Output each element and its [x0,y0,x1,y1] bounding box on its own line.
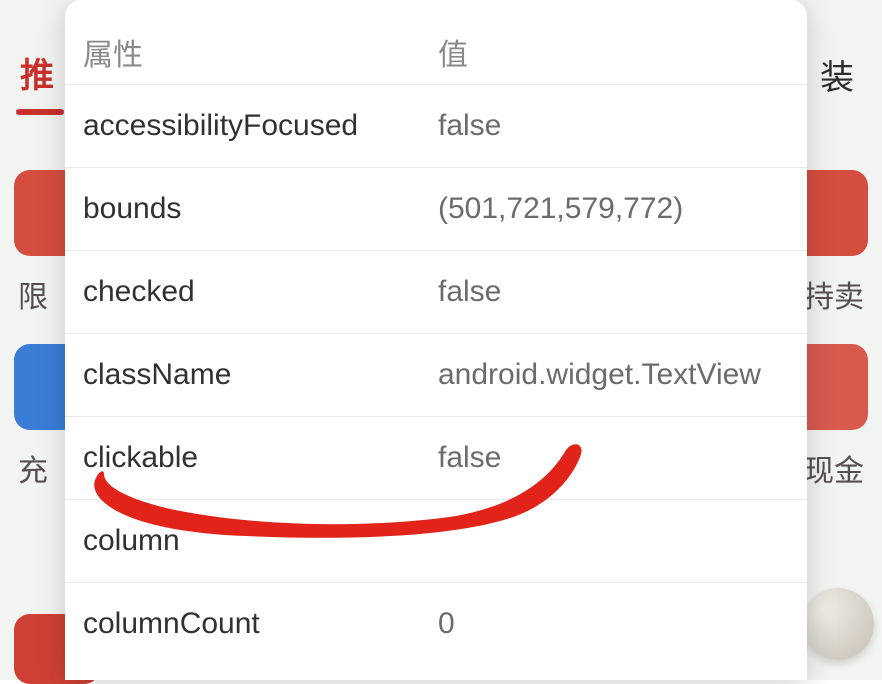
table-body: accessibilityFocused false bounds (501,7… [65,84,807,665]
background-tab-left: 推 [20,48,54,97]
table-row[interactable]: column [65,499,807,582]
attr-name: checked [83,275,438,309]
table-row[interactable]: columnCount 0 [65,582,807,665]
attr-value: (501,721,579,772) [438,192,789,226]
attr-name: bounds [83,192,438,226]
properties-dialog: 属性 值 accessibilityFocused false bounds (… [65,0,807,680]
table-row[interactable]: clickable false [65,416,807,499]
attr-value: false [438,109,789,143]
table-row[interactable]: className android.widget.TextView [65,333,807,416]
attr-name: accessibilityFocused [83,109,438,143]
table-row[interactable]: accessibilityFocused false [65,84,807,167]
attr-name: columnCount [83,607,438,641]
background-label: 充 [18,446,48,490]
attr-value: 0 [438,607,789,641]
background-label: 持卖 [804,272,864,316]
attr-name: clickable [83,441,438,475]
background-tab-right: 装 [820,50,854,99]
attr-value: false [438,441,789,475]
header-attribute: 属性 [83,30,438,74]
background-label: 现金 [804,446,864,490]
attr-name: column [83,524,438,558]
table-row[interactable]: bounds (501,721,579,772) [65,167,807,250]
background-food-image [802,588,874,660]
header-value: 值 [438,30,789,74]
table-row[interactable]: checked false [65,250,807,333]
attr-value: false [438,275,789,309]
attr-name: className [83,358,438,392]
background-label: 限 [18,272,48,316]
attr-value: android.widget.TextView [438,358,789,392]
table-header: 属性 值 [65,0,807,84]
